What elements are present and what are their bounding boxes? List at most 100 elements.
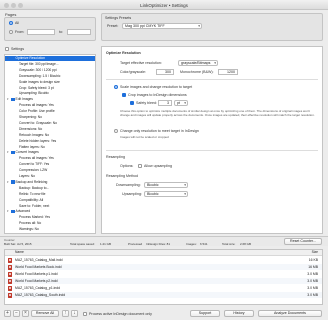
chevron-down-icon: ▾ — [184, 101, 186, 105]
settings-detail-item[interactable]: Downsampling: 1.5 / Bicubic — [5, 73, 95, 79]
add-document-button[interactable]: + — [4, 310, 11, 317]
settings-detail-item[interactable]: Target file: 300 ppi/image... — [5, 62, 95, 67]
bleed-unit-select[interactable]: pt ▾ — [174, 100, 188, 106]
settings-detail-item[interactable]: Save to: Folder, next — [5, 204, 95, 209]
images-label: Images: — [186, 242, 197, 246]
settings-group-item[interactable]: ▾ Optimize Resolution — [5, 56, 95, 61]
pages-all-radio[interactable] — [9, 21, 13, 25]
analyze-documents-button[interactable]: Analyze Documents — [258, 310, 322, 317]
document-row[interactable]: World Food Markets p2.indd 3.0 MB — [5, 278, 322, 284]
settings-item-label: Delete hidden layers: Yes — [19, 138, 57, 143]
safety-bleed-checkbox[interactable] — [130, 101, 134, 105]
upsampling-select[interactable]: Bicubic ▾ — [144, 191, 188, 197]
target-select-value: grayscale/Bitmaps — [181, 61, 211, 65]
settings-all-checkbox[interactable] — [5, 47, 9, 51]
arrow-up-icon: ↑ — [64, 310, 67, 316]
preset-label: Preset: — [107, 24, 119, 28]
process-active-label: Process active InDesign document only — [89, 312, 152, 316]
settings-group-item[interactable]: ▾ Advanced — [5, 209, 95, 214]
allow-upsampling-checkbox[interactable] — [138, 164, 142, 168]
settings-detail-item[interactable]: Process all images: Yes — [5, 156, 95, 161]
arrow-down-icon: ↓ — [73, 310, 76, 316]
counter-value: Built Sat: Jul 5, 2015 — [4, 242, 32, 246]
mono-ppi-field[interactable]: 1200 — [218, 69, 238, 75]
settings-detail-item[interactable]: Process all: No — [5, 221, 95, 226]
settings-group-checkbox[interactable] — [11, 150, 15, 155]
remove-all-button[interactable]: Remove All — [31, 310, 59, 317]
scale-radio[interactable] — [114, 85, 118, 89]
remove-all-icon-button[interactable]: × — [22, 310, 29, 317]
indesign-file-icon — [8, 271, 12, 277]
history-button[interactable]: History — [224, 310, 254, 317]
settings-detail-item[interactable]: Color Profile: Use profile — [5, 109, 95, 114]
pages-range-radio[interactable] — [9, 30, 13, 34]
settings-item-label: Relink: To new file — [19, 191, 46, 196]
move-down-button[interactable]: ↓ — [71, 310, 78, 317]
settings-detail-item[interactable]: Backup: Backup to... — [5, 185, 95, 191]
process-active-checkbox[interactable] — [83, 312, 87, 316]
total-size-label: Total size: — [222, 242, 236, 246]
move-up-button[interactable]: ↑ — [62, 310, 69, 317]
document-row[interactable]: MAZ_15763_Catalog_Mail.indd 16 KB — [5, 257, 322, 263]
settings-item-label: Sharpening: No — [19, 115, 42, 119]
settings-detail-item[interactable]: Crop: Safety bleed: 3 pt — [5, 85, 95, 91]
settings-item-label: Crop: Safety bleed: 3 pt — [19, 85, 54, 90]
settings-item-label: Downsampling: 1.5 / Bicubic — [19, 73, 61, 78]
settings-item-label: Backup: Backup to... — [19, 185, 50, 190]
settings-group-item[interactable]: ▾ Edit Images — [5, 97, 95, 102]
settings-detail-item[interactable]: Scale images to design size — [5, 80, 95, 85]
settings-detail-item[interactable]: Compression: LZW — [5, 168, 95, 173]
settings-detail-item[interactable]: Convert to TIFF: Yes — [5, 162, 95, 167]
document-name: World Food Markets p1.indd — [15, 272, 58, 276]
document-row[interactable]: World Food Markets Book.indd 16 MB — [5, 264, 322, 270]
settings-group-checkbox[interactable] — [11, 97, 15, 102]
safety-bleed-field[interactable]: 3 — [158, 100, 172, 106]
settings-detail-item[interactable]: Delete hidden layers: Yes — [5, 138, 95, 144]
settings-item-label: Edit Images — [15, 97, 33, 102]
document-name: World Food Markets p2.indd — [15, 279, 58, 283]
presets-label: Settings Presets — [105, 16, 132, 20]
document-row[interactable]: World Food Markets p1.indd 3.0 MB — [5, 271, 322, 277]
settings-detail-item[interactable]: Upsampling: Bicubic — [5, 91, 95, 96]
settings-detail-item[interactable]: Warnings: No — [5, 227, 95, 232]
settings-detail-item[interactable]: Process all images: Yes — [5, 103, 95, 108]
resampling-label: Resampling — [106, 155, 125, 159]
settings-group-checkbox[interactable] — [11, 180, 15, 184]
target-select[interactable]: grayscale/Bitmaps ▾ — [178, 60, 218, 66]
document-row[interactable]: MAZ_15763_Catalog_South.indd 3.0 MB — [5, 292, 322, 298]
settings-group-checkbox[interactable] — [11, 209, 15, 214]
settings-detail-item[interactable]: Layers: No — [5, 174, 95, 179]
settings-detail-item[interactable]: Process Marked: Yes — [5, 215, 95, 220]
color-ppi-field[interactable]: 300 — [156, 69, 174, 75]
settings-detail-item[interactable]: Compatibility: All — [5, 198, 95, 203]
processed-label: Processed — [128, 242, 143, 246]
upsampling-value: Bicubic — [147, 192, 159, 196]
settings-detail-item[interactable]: Relink: To new file — [5, 191, 95, 197]
images-value: 6 541 — [200, 242, 208, 246]
support-button[interactable]: Support — [190, 310, 220, 317]
pages-to-field[interactable] — [67, 29, 91, 35]
settings-detail-item[interactable]: Retouch Images: No — [5, 133, 95, 138]
indesign-file-icon — [8, 264, 12, 270]
remove-document-button[interactable]: − — [13, 310, 20, 317]
settings-detail-item[interactable]: Dimensions: No — [5, 127, 95, 132]
downsampling-select[interactable]: Bicubic ▾ — [144, 182, 188, 188]
settings-item-label: Optimize Resolution — [15, 56, 46, 60]
pages-from-field[interactable] — [27, 29, 55, 35]
crop-checkbox[interactable] — [122, 93, 126, 97]
size-column-header: Size — [311, 250, 318, 254]
total-space-value: 1.21 GB — [100, 242, 112, 246]
settings-detail-item[interactable]: Grayscale: 300 / 1200 ppi — [5, 68, 95, 73]
reset-counter-button[interactable]: Reset Counter... — [284, 238, 322, 245]
settings-group-checkbox[interactable] — [11, 56, 15, 60]
document-row[interactable]: MAZ_15763_Catalog_p1.indd 3.0 MB — [5, 285, 322, 291]
settings-item-label: Advanced — [15, 209, 31, 214]
settings-group-item[interactable]: ▾ Convert Images — [5, 150, 95, 155]
settings-detail-item[interactable]: Sharpening: No — [5, 115, 95, 120]
plus-icon: + — [6, 310, 9, 316]
settings-group-item[interactable]: ▾ Backup and Relinking — [5, 180, 95, 185]
change-only-radio[interactable] — [114, 129, 118, 133]
settings-detail-item[interactable]: Flatten layers: No — [5, 145, 95, 150]
settings-detail-item[interactable]: Convert to: Grayscale: No — [5, 121, 95, 126]
preset-select[interactable]: Mag 300 ppi CMYK TIFF ▾ — [122, 23, 202, 29]
